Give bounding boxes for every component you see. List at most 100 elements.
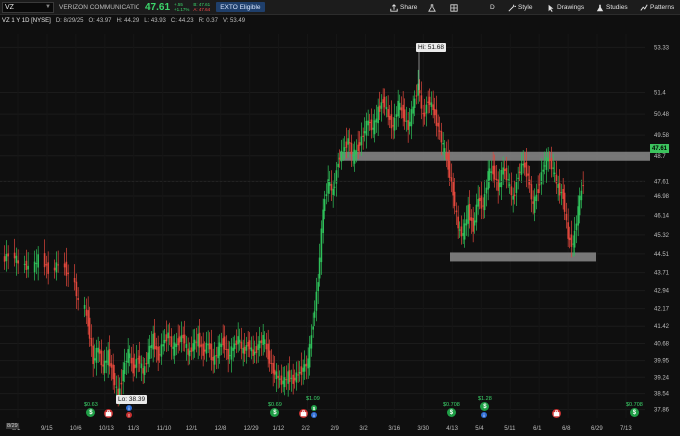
candle-body [535,194,538,202]
candle-body [212,356,214,361]
candle-body [287,371,289,384]
candle-body [510,186,513,196]
candle-body [378,105,381,112]
dividend-marker[interactable]: $0.69 $ [268,402,282,417]
info-icon[interactable]: i [311,412,317,418]
candle-body [572,243,574,245]
candle-body [383,96,386,108]
candle-body [435,109,438,126]
candle-body [533,196,536,213]
candle-body [200,344,203,347]
candle-body [90,338,93,347]
candle-body [412,106,414,114]
candle-body [315,291,318,311]
aggregation-dropdown[interactable]: D [490,2,495,13]
candle-body [195,341,198,343]
price-chart[interactable]: 53.3351.450.4849.5848.747.6146.9846.1445… [0,26,680,436]
candle-body [442,143,444,145]
flask-icon [428,3,436,12]
candle-body [433,108,436,116]
candle-body [37,254,39,268]
x-tick-label: 9/15 [41,426,53,432]
candle-body [273,369,276,375]
earnings-icon[interactable] [552,409,561,418]
candle-body [522,163,524,166]
support-zone [450,252,596,262]
exto-eligible-badge[interactable]: EXTO Eligible [216,2,265,12]
candle-body [335,170,338,184]
symbol-input[interactable]: VZ ▼ [2,1,54,13]
candle-body [345,141,348,148]
candle-body [507,179,509,181]
candle-body [538,184,541,186]
candle-body [197,333,199,347]
candle-body [220,343,223,347]
candle-body [540,172,543,185]
candle-body [282,380,284,385]
last-price-tag: 47.61 [650,144,669,153]
info-icon[interactable]: i [126,405,132,411]
dollar-icon: $ [270,408,280,417]
candle-body [165,334,168,342]
candle-body [157,346,159,361]
candle-body [390,114,393,129]
candle-body [397,100,399,117]
candle-body [440,131,443,143]
candle-body [180,335,183,342]
candle-body [75,281,78,297]
candle-body [323,199,326,212]
dollar-small-icon[interactable]: $ [311,405,317,411]
dividend-marker[interactable]: $1.09 [306,396,320,402]
share-button[interactable]: Share [390,2,417,13]
earnings-icon[interactable] [104,409,113,418]
candle-body [500,169,503,188]
change-block: +.55 +1.17% [174,2,189,12]
y-tick-label: 45.32 [654,233,670,239]
studies-button[interactable]: Studies [596,2,628,13]
style-button[interactable]: Style [508,2,532,13]
candle-body [380,102,383,109]
y-tick-label: 41.42 [654,324,670,330]
patterns-button[interactable]: Patterns [640,2,674,13]
bid-ask-block: B: 47.61 A: 47.64 [193,2,210,12]
drawings-button[interactable]: Drawings [547,2,584,13]
candle-body [120,382,123,385]
symbol-value: VZ [5,3,14,11]
dollar-icon: $ [86,408,96,417]
candle-body [218,342,221,356]
candle-body [138,355,141,364]
candle-body [108,349,111,367]
candle-body [255,346,258,354]
candle-body [567,222,569,239]
candle-body [305,363,308,367]
y-tick-label: 44.51 [654,252,670,258]
dividend-marker[interactable]: $0.708 $ [443,402,460,417]
candle-body [477,199,479,207]
candle-body [203,349,206,352]
dividend-marker[interactable]: $0.708 $ [626,402,643,417]
candle-body [553,172,556,175]
candle-body [290,377,293,379]
earnings-icon[interactable] [299,409,308,418]
dividend-marker[interactable]: $1.28 $ [478,396,492,411]
info-icon[interactable]: i [481,412,487,418]
candle-body [125,360,128,363]
candle-body [123,362,126,374]
alert-icon[interactable]: ! [126,412,132,418]
candle-body [35,263,38,265]
candle-body [137,358,139,360]
candle-body [537,189,539,194]
candle-body [150,344,153,348]
candle-body [92,345,94,365]
candle-body [382,99,384,103]
candle-body [528,179,531,185]
candle-body [518,171,521,173]
grid-button[interactable] [450,2,458,13]
x-tick-label: 3/2 [359,426,368,432]
dividend-marker[interactable]: $0.63 $ [84,402,98,417]
candle-body [332,188,334,195]
candle-body [242,347,244,354]
candle-body [492,165,494,175]
candle-body [13,252,16,259]
flask-button[interactable] [428,2,436,13]
